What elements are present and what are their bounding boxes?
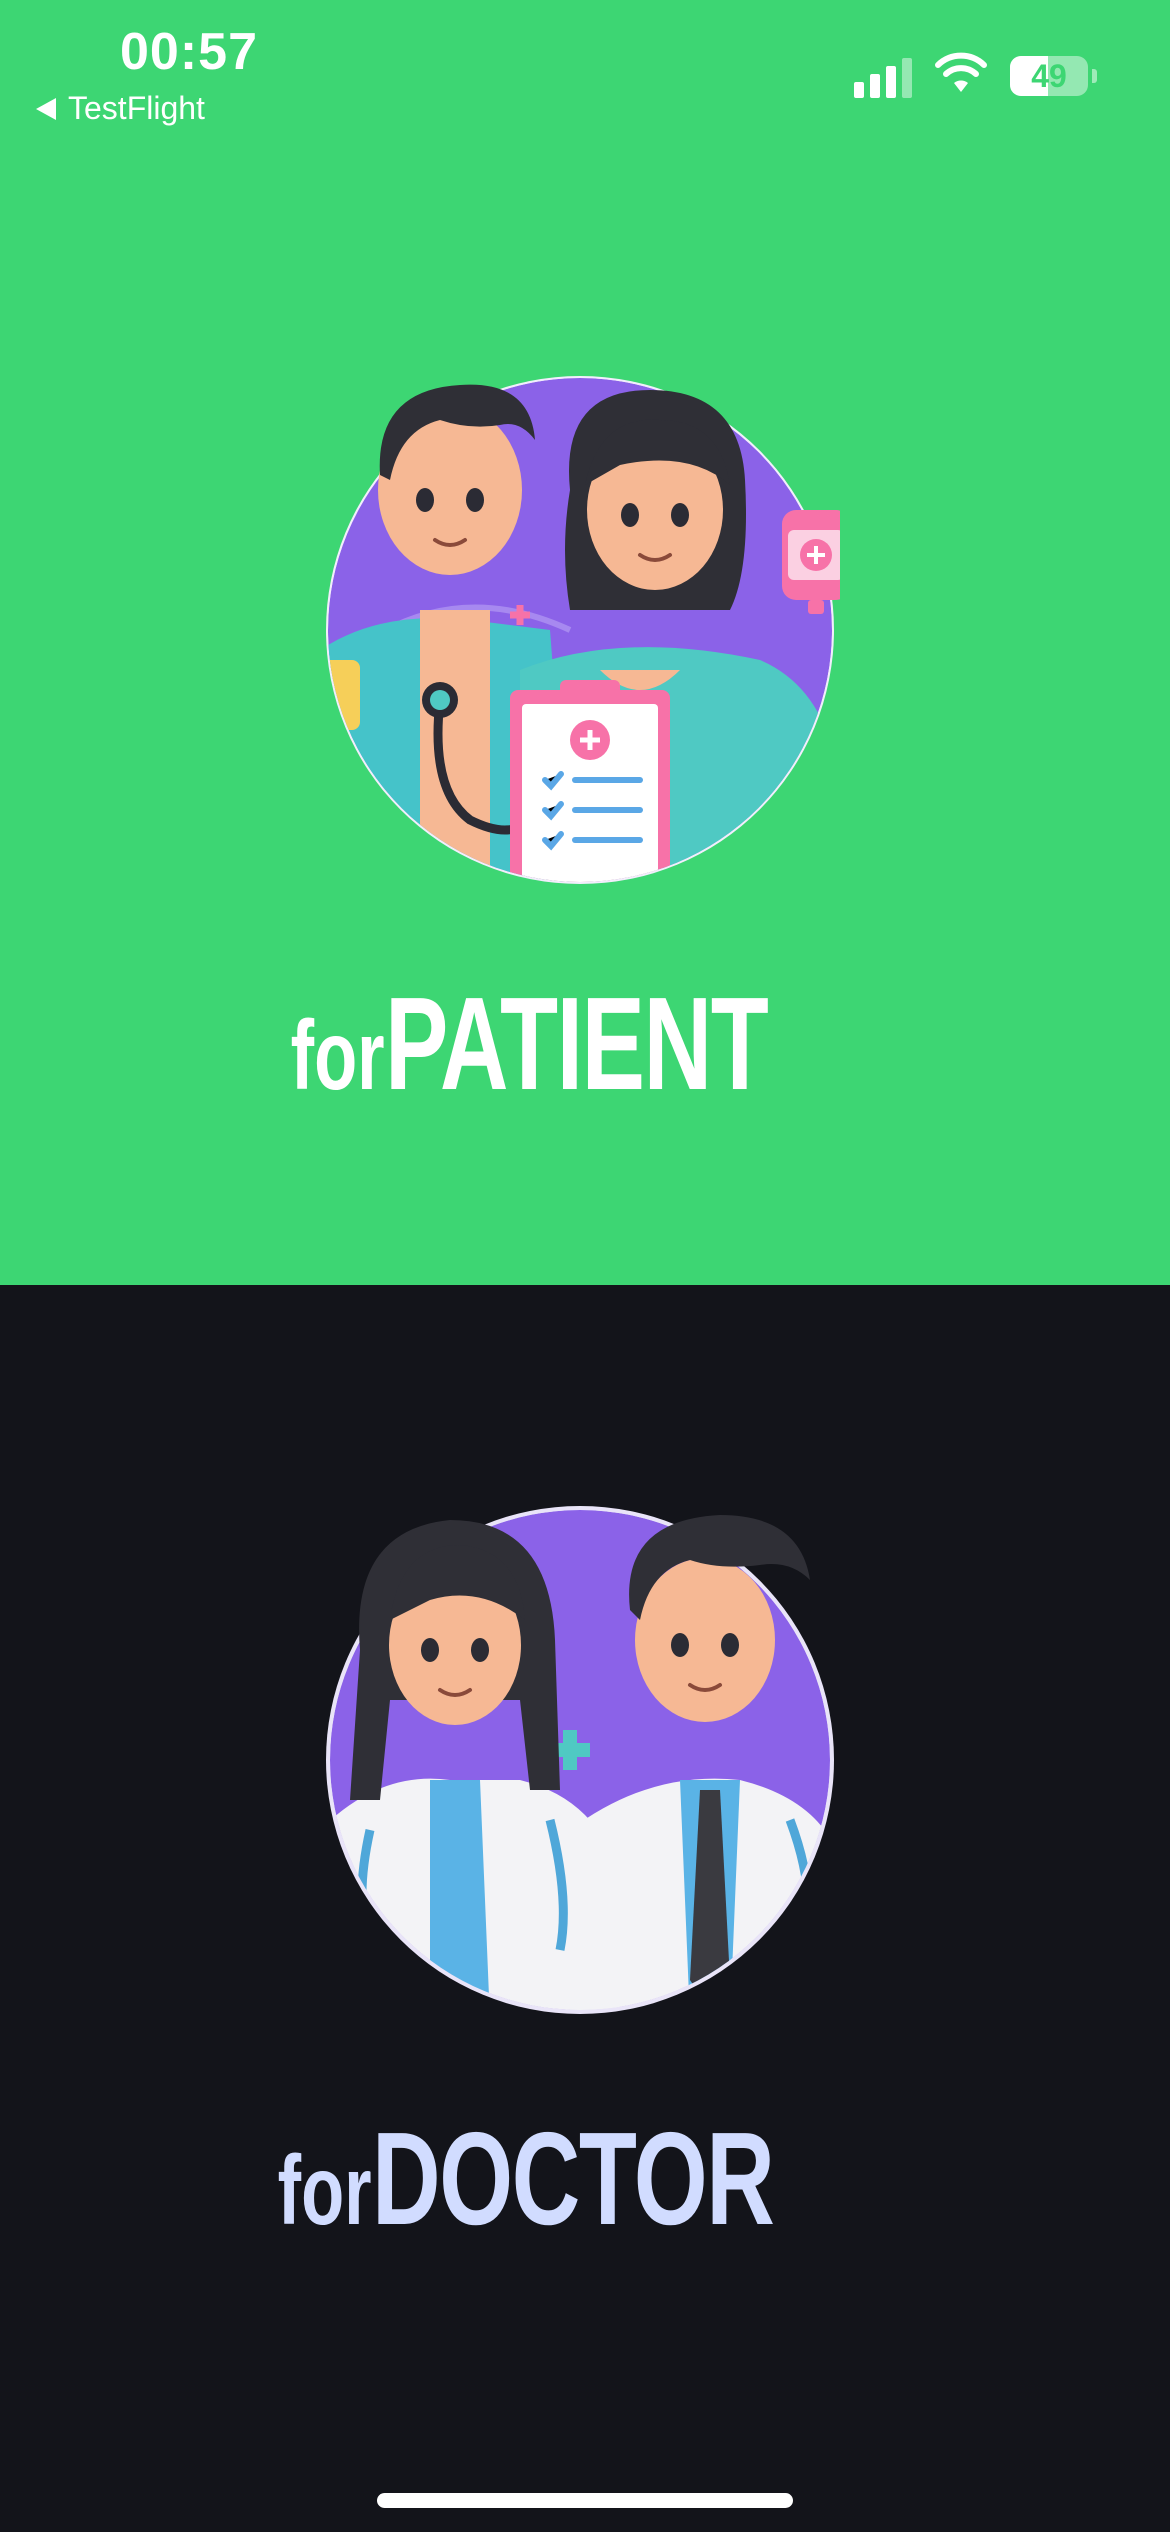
back-arrow-icon (36, 97, 56, 120)
doctor-role-label[interactable]: for DOCTOR (0, 2103, 1170, 2254)
patient-label-title: PATIENT (385, 970, 769, 1117)
battery-icon: 49 (1010, 56, 1088, 96)
patient-role-card[interactable]: 00:57 TestFlight 49 for PATIENT (0, 0, 1170, 1285)
back-link-label: TestFlight (68, 90, 205, 126)
wifi-icon (935, 52, 987, 92)
home-indicator[interactable] (377, 2493, 793, 2508)
cellular-signal-icon (854, 58, 912, 98)
role-select-screen: 00:57 TestFlight 49 for PATIENT for DOCT… (0, 0, 1170, 2532)
status-time: 00:57 (120, 23, 258, 81)
battery-cap (1092, 69, 1097, 83)
patient-couple-illustration (326, 376, 840, 884)
patient-role-label[interactable]: for PATIENT (0, 968, 1170, 1119)
back-to-testflight-link[interactable]: TestFlight (36, 90, 205, 127)
doctor-couple-illustration (326, 1506, 834, 2014)
doctor-role-card[interactable]: for DOCTOR (0, 1285, 1170, 2532)
doctor-label-title: DOCTOR (371, 2105, 775, 2252)
battery-level: 49 (1031, 58, 1067, 94)
status-bar: 00:57 TestFlight 49 (0, 0, 1170, 140)
patient-label-prefix: for (290, 1000, 385, 1110)
doctor-label-prefix: for (277, 2135, 372, 2245)
